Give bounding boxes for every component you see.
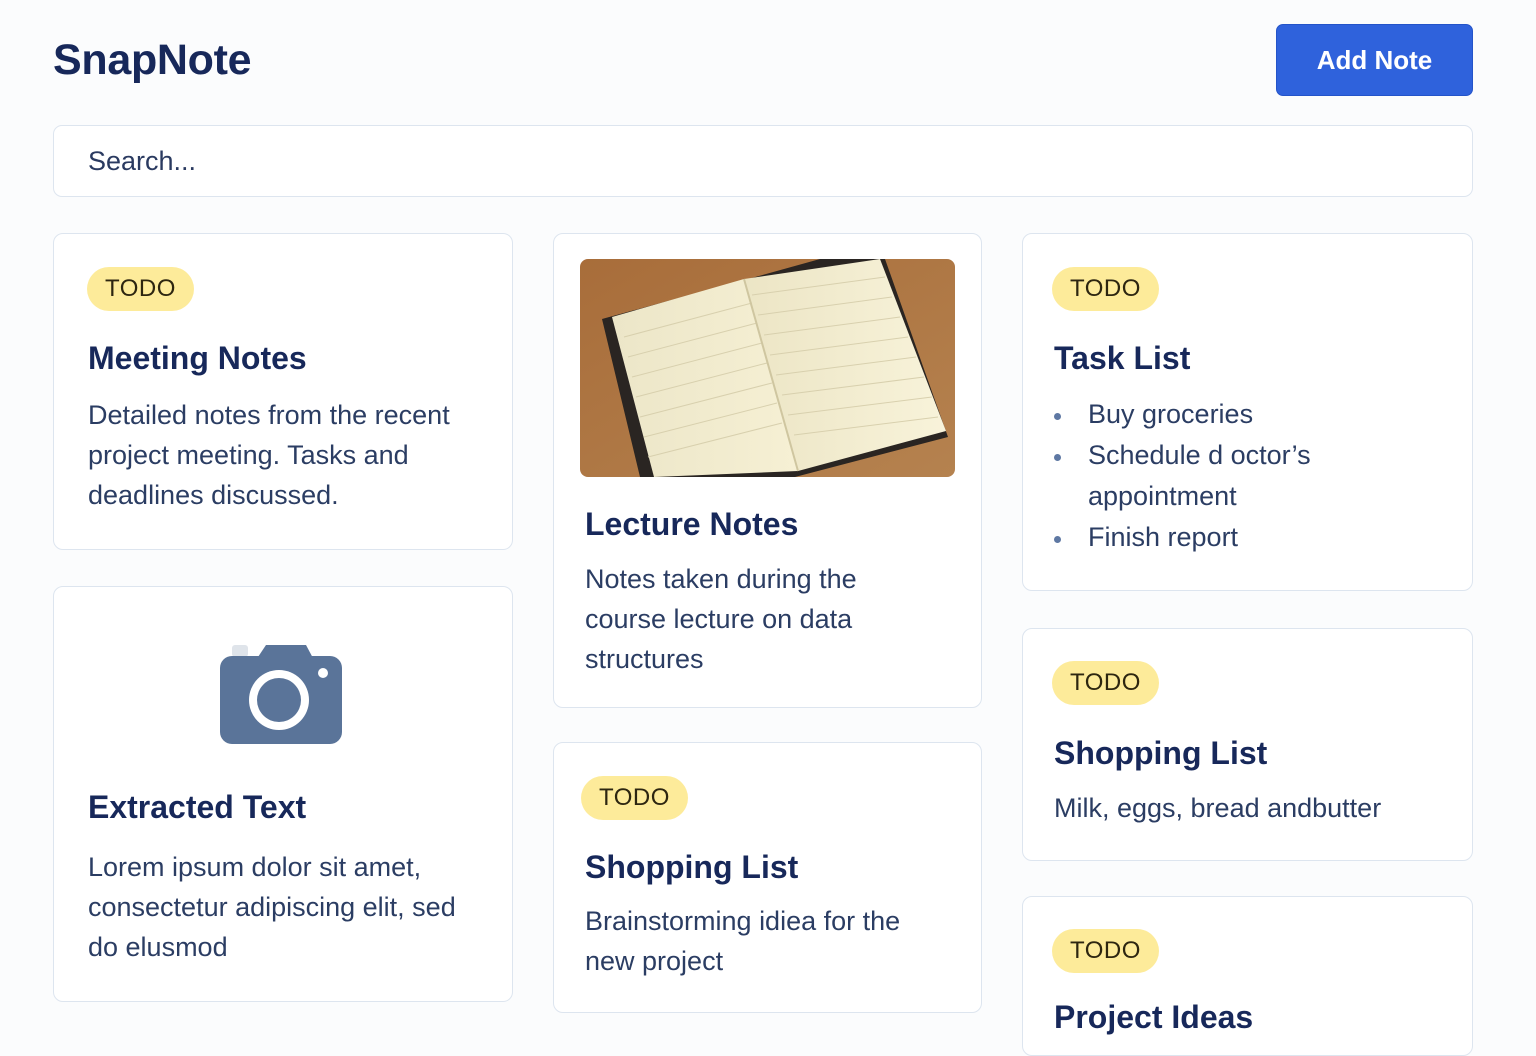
app-title: SnapNote: [53, 36, 252, 84]
note-card-meeting-notes[interactable]: TODO Meeting Notes Detailed notes from t…: [53, 233, 513, 550]
note-title: Task List: [1054, 340, 1191, 376]
note-body: Detailed notes from the recent project m…: [88, 400, 450, 510]
note-title: Lecture Notes: [585, 506, 799, 542]
list-item: Finish report: [1054, 517, 1354, 558]
note-body: Milk, eggs, bread andbutter: [1054, 793, 1382, 823]
note-title: Extracted Text: [88, 789, 307, 825]
note-body: Lorem ipsum dolor sit amet, consectetur …: [88, 852, 456, 962]
todo-badge: TODO: [581, 776, 688, 820]
note-card-brainstorm[interactable]: TODO Shopping List Brainstorming idiea f…: [553, 742, 982, 1013]
note-card-task-list[interactable]: TODO Task List Buy groceries Schedule d …: [1022, 233, 1473, 591]
note-card-project-ideas[interactable]: TODO Project Ideas: [1022, 896, 1473, 1056]
note-card-extracted-text[interactable]: Extracted Text Lorem ipsum dolor sit ame…: [53, 586, 513, 1002]
camera-icon: [218, 642, 344, 746]
todo-badge: TODO: [1052, 661, 1159, 705]
note-card-shopping-list[interactable]: TODO Shopping List Milk, eggs, bread and…: [1022, 628, 1473, 861]
search-input[interactable]: [53, 125, 1473, 197]
todo-badge: TODO: [87, 267, 194, 311]
note-body: Brainstorming idiea for the new project: [585, 906, 901, 976]
list-item: Buy groceries: [1054, 394, 1354, 435]
note-title: Shopping List: [1054, 735, 1268, 771]
list-item: Schedule d octor’s appointment: [1054, 435, 1354, 517]
task-checklist: Buy groceries Schedule d octor’s appoint…: [1054, 394, 1354, 558]
notebook-image: [580, 259, 955, 477]
add-note-button[interactable]: Add Note: [1276, 24, 1473, 96]
note-body: Notes taken during the course lecture on…: [585, 564, 857, 674]
note-title: Project Ideas: [1054, 999, 1254, 1035]
note-title: Shopping List: [585, 849, 799, 885]
note-card-lecture-notes[interactable]: Lecture Notes Notes taken during the cou…: [553, 233, 982, 708]
todo-badge: TODO: [1052, 929, 1159, 973]
todo-badge: TODO: [1052, 267, 1159, 311]
note-title: Meeting Notes: [88, 340, 307, 376]
